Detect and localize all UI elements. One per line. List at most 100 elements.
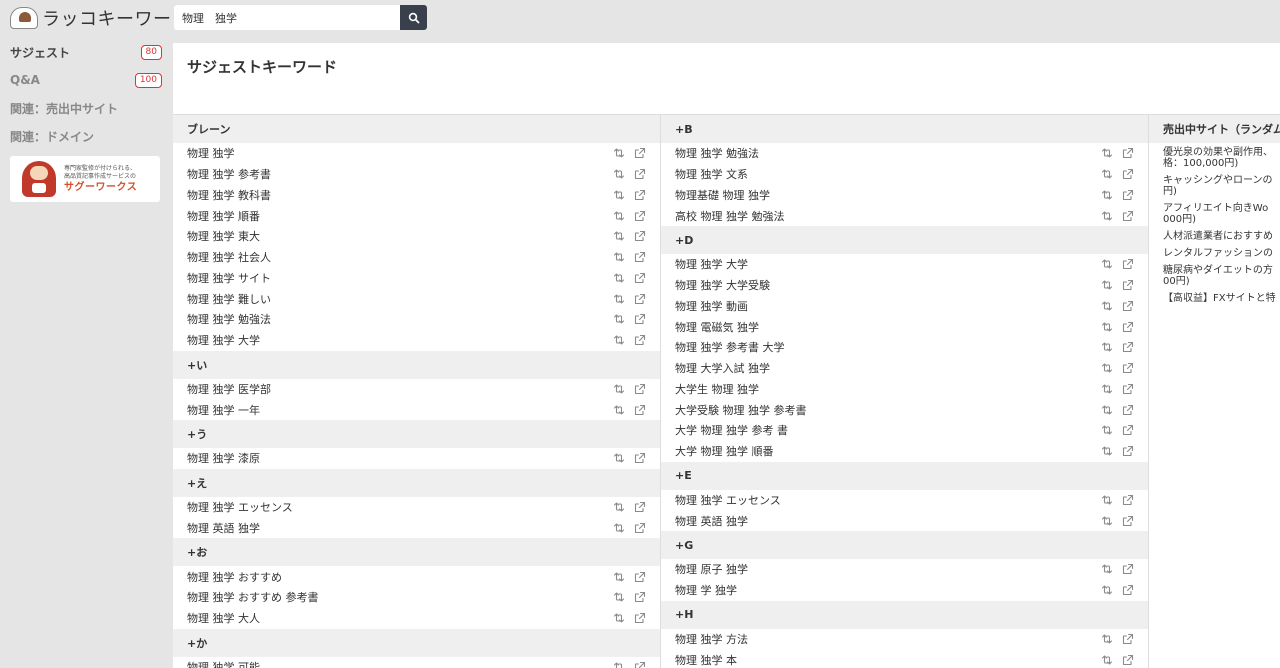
external-link-icon[interactable]	[1122, 341, 1134, 353]
external-link-icon[interactable]	[1122, 258, 1134, 270]
site-listing[interactable]: キャッシングやローンの 円)	[1149, 169, 1280, 197]
keyword-text[interactable]: 物理 独学 勉強法	[675, 145, 759, 161]
keyword-text[interactable]: 物理 独学	[187, 145, 235, 161]
repeat-icon[interactable]	[613, 334, 625, 346]
external-link-icon[interactable]	[634, 404, 646, 416]
repeat-icon[interactable]	[1101, 633, 1113, 645]
keyword-text[interactable]: 物理 英語 独学	[187, 520, 260, 536]
keyword-text[interactable]: 物理 独学 サイト	[187, 270, 271, 286]
external-link-icon[interactable]	[634, 661, 646, 668]
repeat-icon[interactable]	[613, 571, 625, 583]
repeat-icon[interactable]	[613, 251, 625, 263]
keyword-text[interactable]: 物理 電磁気 独学	[675, 319, 759, 335]
external-link-icon[interactable]	[634, 168, 646, 180]
external-link-icon[interactable]	[634, 293, 646, 305]
repeat-icon[interactable]	[613, 591, 625, 603]
external-link-icon[interactable]	[634, 210, 646, 222]
logo[interactable]: ラッコキーワード	[10, 4, 190, 32]
repeat-icon[interactable]	[1101, 189, 1113, 201]
keyword-text[interactable]: 物理 独学 エッセンス	[187, 499, 293, 515]
keyword-text[interactable]: 物理 独学 文系	[675, 166, 748, 182]
repeat-icon[interactable]	[613, 404, 625, 416]
sidebar-item-related-domains[interactable]: 関連：ドメイン	[10, 122, 162, 150]
repeat-icon[interactable]	[613, 272, 625, 284]
external-link-icon[interactable]	[634, 189, 646, 201]
external-link-icon[interactable]	[1122, 362, 1134, 374]
keyword-text[interactable]: 大学 物理 独学 順番	[675, 443, 774, 459]
keyword-text[interactable]: 物理 独学 参考書 大学	[675, 339, 785, 355]
keyword-text[interactable]: 大学生 物理 独学	[675, 381, 759, 397]
search-button[interactable]	[400, 5, 427, 30]
external-link-icon[interactable]	[1122, 279, 1134, 291]
keyword-text[interactable]: 物理 独学 東大	[187, 228, 260, 244]
keyword-text[interactable]: 物理 独学 エッセンス	[675, 492, 781, 508]
external-link-icon[interactable]	[634, 591, 646, 603]
repeat-icon[interactable]	[613, 168, 625, 180]
keyword-text[interactable]: 物理 独学 大人	[187, 610, 260, 626]
external-link-icon[interactable]	[1122, 424, 1134, 436]
keyword-text[interactable]: 物理 独学 勉強法	[187, 311, 271, 327]
keyword-text[interactable]: 物理 独学 大学	[675, 256, 748, 272]
repeat-icon[interactable]	[613, 210, 625, 222]
keyword-text[interactable]: 物理基礎 物理 独学	[675, 187, 770, 203]
site-listing[interactable]: 優光泉の効果や副作用、 格：100,000円)	[1149, 143, 1280, 169]
repeat-icon[interactable]	[1101, 210, 1113, 222]
external-link-icon[interactable]	[1122, 300, 1134, 312]
repeat-icon[interactable]	[1101, 321, 1113, 333]
keyword-text[interactable]: 物理 大学入試 独学	[675, 360, 770, 376]
ad-banner[interactable]: 専門家監修が付けられる、 高品質記事作成サービスの サグーワークス	[10, 156, 160, 202]
repeat-icon[interactable]	[1101, 300, 1113, 312]
keyword-text[interactable]: 物理 独学 おすすめ	[187, 569, 282, 585]
external-link-icon[interactable]	[1122, 147, 1134, 159]
sidebar-item-related-sites[interactable]: 関連：売出中サイト	[10, 94, 162, 122]
external-link-icon[interactable]	[634, 230, 646, 242]
repeat-icon[interactable]	[1101, 362, 1113, 374]
keyword-text[interactable]: 大学受験 物理 独学 参考書	[675, 402, 807, 418]
keyword-text[interactable]: 物理 独学 おすすめ 参考書	[187, 589, 319, 605]
repeat-icon[interactable]	[1101, 654, 1113, 666]
repeat-icon[interactable]	[613, 452, 625, 464]
repeat-icon[interactable]	[613, 189, 625, 201]
keyword-text[interactable]: 物理 独学 難しい	[187, 291, 271, 307]
site-listing[interactable]: レンタルファッションの	[1149, 242, 1280, 259]
keyword-text[interactable]: 物理 独学 大学	[187, 332, 260, 348]
external-link-icon[interactable]	[1122, 321, 1134, 333]
external-link-icon[interactable]	[1122, 210, 1134, 222]
repeat-icon[interactable]	[613, 661, 625, 668]
repeat-icon[interactable]	[613, 147, 625, 159]
keyword-text[interactable]: 物理 学 独学	[675, 582, 737, 598]
repeat-icon[interactable]	[613, 230, 625, 242]
repeat-icon[interactable]	[1101, 445, 1113, 457]
keyword-text[interactable]: 大学 物理 独学 参考 書	[675, 422, 788, 438]
keyword-text[interactable]: 物理 独学 大学受験	[675, 277, 770, 293]
keyword-text[interactable]: 物理 独学 医学部	[187, 381, 271, 397]
repeat-icon[interactable]	[1101, 515, 1113, 527]
sidebar-item-qa[interactable]: Q&A 100	[10, 66, 162, 94]
sidebar-item-suggest[interactable]: サジェスト 80	[10, 38, 162, 66]
repeat-icon[interactable]	[1101, 279, 1113, 291]
site-listing[interactable]: 糖尿病やダイエットの方 00円)	[1149, 259, 1280, 287]
site-listing[interactable]: アフィリエイト向きWo 000円)	[1149, 197, 1280, 225]
repeat-icon[interactable]	[613, 612, 625, 624]
keyword-text[interactable]: 物理 独学 可能	[187, 659, 260, 668]
site-listing[interactable]: 人材派遣業者におすすめ	[1149, 225, 1280, 242]
keyword-text[interactable]: 物理 独学 参考書	[187, 166, 271, 182]
keyword-text[interactable]: 物理 独学 漆原	[187, 450, 260, 466]
external-link-icon[interactable]	[634, 522, 646, 534]
keyword-text[interactable]: 物理 独学 順番	[187, 208, 260, 224]
external-link-icon[interactable]	[634, 313, 646, 325]
repeat-icon[interactable]	[1101, 383, 1113, 395]
external-link-icon[interactable]	[1122, 654, 1134, 666]
repeat-icon[interactable]	[1101, 563, 1113, 575]
repeat-icon[interactable]	[613, 383, 625, 395]
repeat-icon[interactable]	[1101, 404, 1113, 416]
external-link-icon[interactable]	[1122, 168, 1134, 180]
external-link-icon[interactable]	[1122, 584, 1134, 596]
external-link-icon[interactable]	[1122, 563, 1134, 575]
keyword-text[interactable]: 物理 独学 社会人	[187, 249, 271, 265]
external-link-icon[interactable]	[634, 501, 646, 513]
repeat-icon[interactable]	[613, 313, 625, 325]
external-link-icon[interactable]	[634, 251, 646, 263]
external-link-icon[interactable]	[1122, 633, 1134, 645]
repeat-icon[interactable]	[1101, 584, 1113, 596]
